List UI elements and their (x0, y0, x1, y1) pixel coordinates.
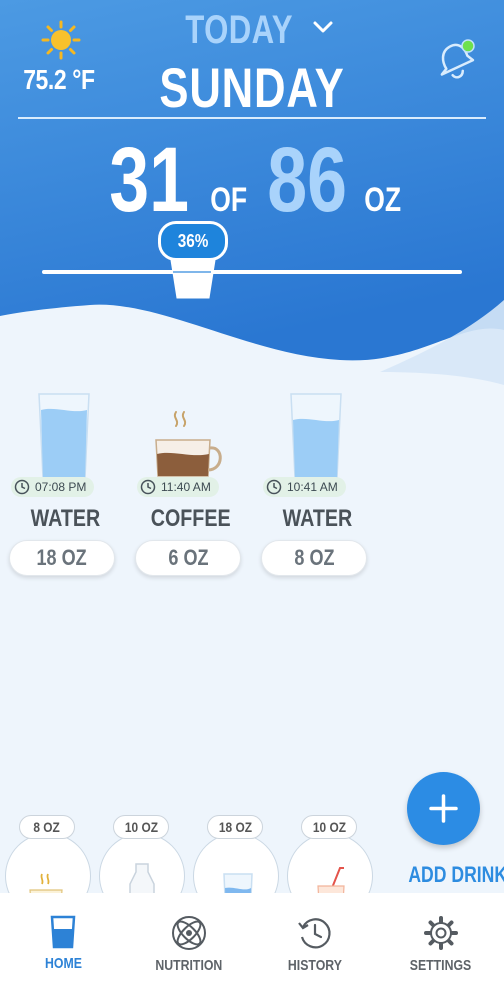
history-clock-icon (298, 918, 331, 949)
of-label: OF (209, 181, 247, 219)
quick-add-tea[interactable]: 8 OZ (5, 815, 95, 919)
consumed-amount: 31 (109, 129, 190, 231)
period-selector[interactable]: TODAY (0, 8, 504, 53)
nav-label: HOME (44, 955, 82, 972)
unit-label: OZ (363, 181, 401, 219)
time-label: 10:41 AM (287, 480, 338, 494)
intake-summary: 31 OF 86 OZ (0, 128, 504, 233)
progress-percent-badge: 36% (158, 221, 229, 261)
time-label: 07:08 PM (35, 480, 87, 494)
quick-add-juice[interactable]: 10 OZ (287, 815, 377, 919)
period-label: TODAY (184, 8, 293, 52)
plus-icon (429, 794, 458, 823)
add-drink-label[interactable]: ADD DRINK (396, 862, 504, 888)
drink-name: WATER (282, 505, 352, 532)
time-label: 11:40 AM (161, 480, 211, 494)
nav-settings[interactable]: SETTINGS (386, 915, 496, 974)
time-badge: 07:08 PM (11, 477, 95, 497)
nav-label: NUTRITION (155, 957, 223, 974)
water-glass-icon (38, 393, 90, 479)
nav-nutrition[interactable]: NUTRITION (134, 915, 244, 974)
atom-icon (172, 916, 206, 950)
nav-label: HISTORY (287, 957, 342, 974)
clock-icon (266, 479, 282, 495)
quick-add-amount: 10 OZ (301, 815, 357, 839)
home-glass-icon (50, 915, 76, 949)
goal-amount: 86 (267, 129, 348, 231)
notification-button[interactable] (430, 36, 478, 89)
chevron-down-icon (313, 21, 333, 33)
quick-add-amount: 10 OZ (113, 815, 169, 839)
time-badge: 10:41 AM (263, 477, 346, 497)
drink-amount-button[interactable]: 18 OZ (9, 540, 115, 576)
day-title: SUNDAY (159, 56, 345, 119)
drink-name: WATER (30, 505, 100, 532)
drink-amount-button[interactable]: 6 OZ (135, 540, 241, 576)
quick-add-water[interactable]: 18 OZ (193, 815, 283, 919)
header-divider (18, 117, 486, 119)
clock-icon (140, 479, 156, 495)
quick-add-amount: 8 OZ (19, 815, 75, 839)
gear-icon (424, 916, 458, 950)
nav-label: SETTINGS (410, 957, 472, 974)
coffee-cup-icon (155, 411, 222, 477)
drink-log: 07:08 PM WATER 18 OZ 11:40 AM COFFEE 6 O… (0, 390, 504, 590)
clock-icon (14, 479, 30, 495)
nav-home[interactable]: HOME (8, 915, 118, 972)
time-badge: 11:40 AM (137, 477, 219, 497)
bottom-nav: HOME NUTRITION HISTORY SETTINGS (0, 893, 504, 993)
add-drink-button[interactable] (407, 772, 480, 845)
quick-add-milk[interactable]: 10 OZ (99, 815, 189, 919)
progress-track (42, 270, 462, 274)
quick-add-amount: 18 OZ (207, 815, 263, 839)
drink-amount-button[interactable]: 8 OZ (261, 540, 367, 576)
water-glass-icon (290, 393, 342, 479)
drink-name: COFFEE (151, 505, 231, 532)
nav-history[interactable]: HISTORY (260, 915, 370, 974)
bell-icon (440, 39, 475, 79)
progress-percent-label: 36% (177, 231, 209, 251)
